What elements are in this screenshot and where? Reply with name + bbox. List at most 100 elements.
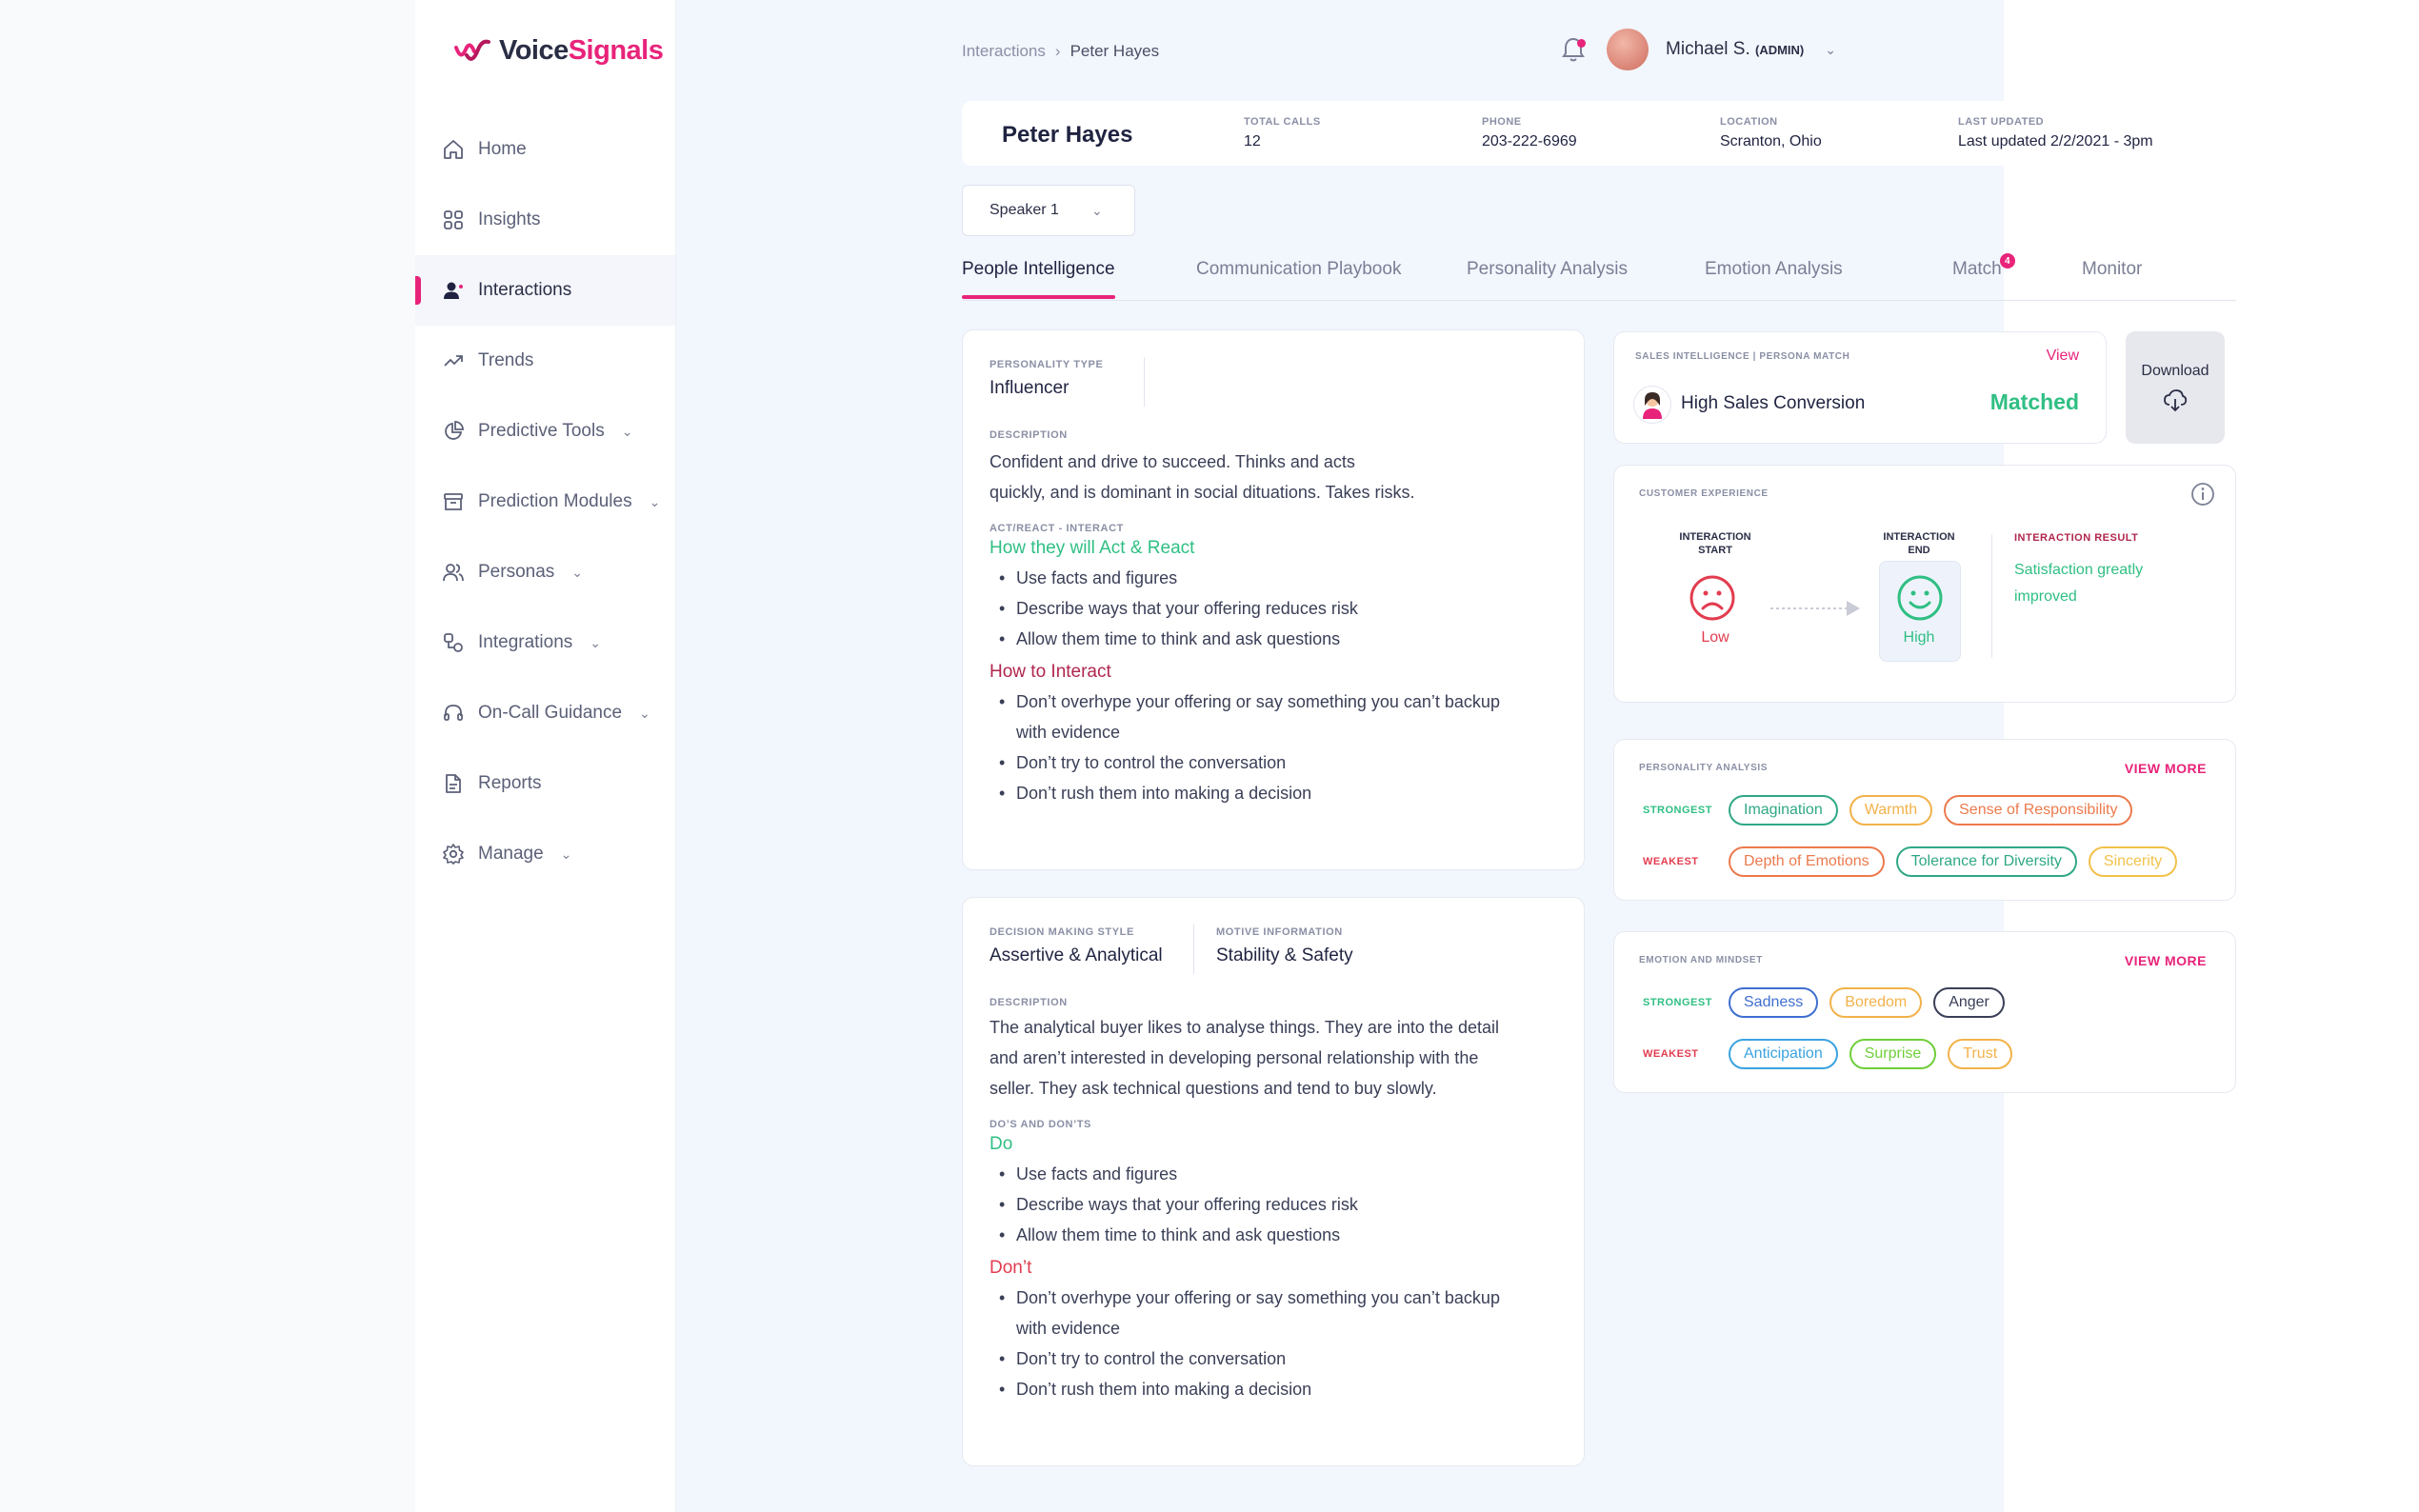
info-icon[interactable] [2189,481,2216,507]
trait-tag: Anger [1933,987,2005,1018]
personality-type-label: PERSONALITY TYPE [990,359,1104,370]
weakest-label: WEAKEST [1643,856,1699,867]
personality-view-more-link[interactable]: VIEW MORE [2125,761,2207,776]
sidebar-item-interactions[interactable]: Interactions [415,255,675,326]
sidebar-item-reports[interactable]: Reports [415,748,675,819]
emotion-mindset-card: EMOTION AND MINDSET VIEW MORE STRONGEST … [1613,931,2236,1093]
list-item-continuation: with evidence [1016,723,1121,742]
sidebar-item-on-call-guidance[interactable]: On-Call Guidance ⌄ [415,678,675,748]
sidebar-item-integrations[interactable]: Integrations ⌄ [415,607,675,678]
sales-intelligence-title: High Sales Conversion [1681,393,1866,413]
brand-logo[interactable]: VoiceSignals [453,32,664,69]
sidebar-item-trends[interactable]: Trends [415,326,675,396]
trait-tag: Sincerity [2088,846,2178,877]
motive-label: MOTIVE INFORMATION [1216,926,1343,938]
list-item: Don’t overhype your offering or say some… [990,686,1561,717]
sidebar-item-prediction-modules[interactable]: Prediction Modules ⌄ [415,467,675,537]
sales-intelligence-card: SALES INTELLIGENCE | PERSONA MATCH View … [1613,331,2107,444]
breadcrumb-separator-icon: › [1054,42,1061,60]
interaction-end-label: INTERACTION END [1883,531,1955,556]
tab-emotion-analysis[interactable]: Emotion Analysis [1705,259,1843,280]
breadcrumb-parent[interactable]: Interactions [962,42,1046,61]
persona-avatar-icon [1633,386,1671,424]
notification-bell-icon[interactable] [1557,33,1589,66]
notification-dot [1577,39,1587,48]
personality-analysis-card: PERSONALITY ANALYSIS VIEW MORE STRONGEST… [1613,739,2236,901]
emotion-strongest-row: STRONGEST Sadness Boredom Anger [1643,987,2016,1018]
grid-icon [442,209,465,231]
interaction-start-value: Low [1701,629,1729,646]
happy-face-icon [1897,575,1943,621]
trait-tag: Imagination [1729,795,1838,826]
topbar: Interactions › Peter Hayes Michael S. (A… [676,0,2004,99]
user-name[interactable]: Michael S. (ADMIN) [1666,39,1804,60]
tab-communication-playbook[interactable]: Communication Playbook [1196,259,1401,280]
personality-type-value: Influencer [990,378,1070,398]
trait-tag: Depth of Emotions [1729,846,1885,877]
how-to-interact-list: Don’t overhype your offering or say some… [990,686,1561,808]
how-to-interact-heading: How to Interact [990,662,1111,682]
divider [1193,925,1194,974]
sidebar-item-manage[interactable]: Manage ⌄ [415,819,675,889]
description-text: Confident and drive to succeed. Thinks a… [990,452,1415,502]
emotion-view-more-link[interactable]: VIEW MORE [2125,953,2207,968]
tab-monitor[interactable]: Monitor [2082,259,2142,280]
sidebar-item-insights[interactable]: Insights [415,185,675,255]
view-link[interactable]: View [2047,348,2079,365]
trend-icon [442,349,465,372]
emotion-mindset-label: EMOTION AND MINDSET [1639,955,1763,965]
list-item: Don’t rush them into making a decision [990,778,1561,808]
home-icon [442,138,465,161]
user-menu-chevron-down-icon[interactable]: ⌄ [1825,42,1836,58]
sidebar-item-home[interactable]: Home [415,114,675,185]
trait-tag: Trust [1948,1039,2013,1069]
customer-experience-card: CUSTOMER EXPERIENCE INTERACTION START Low… [1613,465,2236,703]
chevron-down-icon: ⌄ [649,493,661,509]
act-react-heading: How they will Act & React [990,538,1195,558]
act-react-list: Use facts and figures Describe ways that… [990,563,1561,654]
sidebar-item-label: Reports [478,773,542,793]
sidebar-item-label: Integrations [478,632,573,652]
list-item: Don’t rush them into making a decision [990,1374,1570,1404]
tab-people-intelligence[interactable]: People Intelligence [962,259,1115,299]
list-item: Don’t try to control the conversation [990,1343,1570,1374]
divider [1144,357,1145,407]
divider [1991,534,1992,658]
brand-name: VoiceSignals [499,34,664,66]
decision-style-value: Assertive & Analytical [990,945,1163,965]
avatar[interactable] [1607,29,1649,70]
motive-value: Stability & Safety [1216,945,1353,965]
sidebar-item-label: Trends [478,350,534,370]
tab-personality-analysis[interactable]: Personality Analysis [1467,259,1628,280]
list-item: Allow them time to think and ask questio… [990,624,1561,654]
interaction-start-label: INTERACTION START [1679,531,1751,556]
trait-tag: Boredom [1829,987,1923,1018]
act-react-label: ACT/REACT - INTERACT [990,523,1124,534]
chevron-down-icon: ⌄ [1090,202,1103,218]
sidebar-item-predictive-tools[interactable]: Predictive Tools ⌄ [415,396,675,467]
sidebar-item-label: Manage [478,844,544,864]
list-item-continuation: with evidence [1016,1319,1121,1338]
dont-heading: Don’t [990,1258,1032,1278]
page-background-left [0,0,415,1512]
sidebar-item-label: Interactions [478,280,572,300]
pie-icon [442,420,465,443]
description-label: DESCRIPTION [990,997,1068,1008]
archive-icon [442,490,465,513]
user-area: Michael S. (ADMIN) ⌄ [1557,29,1836,70]
decision-making-card: DECISION MAKING STYLE Assertive & Analyt… [962,897,1585,1466]
sidebar-item-personas[interactable]: Personas ⌄ [415,537,675,607]
interaction-end-value: High [1903,629,1935,646]
tab-match[interactable]: Match 4 [1952,253,2015,280]
headset-icon [442,702,465,725]
profile-name: Peter Hayes [1002,122,1133,148]
speaker-select[interactable]: Speaker 1 ⌄ [962,185,1135,236]
trait-tag: Tolerance for Diversity [1895,846,2077,877]
interaction-result-text: Satisfaction greatly improved [2014,562,2144,605]
download-button[interactable]: Download [2126,331,2225,444]
list-item: Use facts and figures [990,563,1561,593]
sidebar: VoiceSignals Home Insights Interactions Tre… [415,0,676,1512]
arrow-right-icon [1770,601,1860,616]
decision-style-label: DECISION MAKING STYLE [990,926,1134,938]
personality-strongest-row: STRONGEST Imagination Warmth Sense of Resp… [1643,795,2144,826]
